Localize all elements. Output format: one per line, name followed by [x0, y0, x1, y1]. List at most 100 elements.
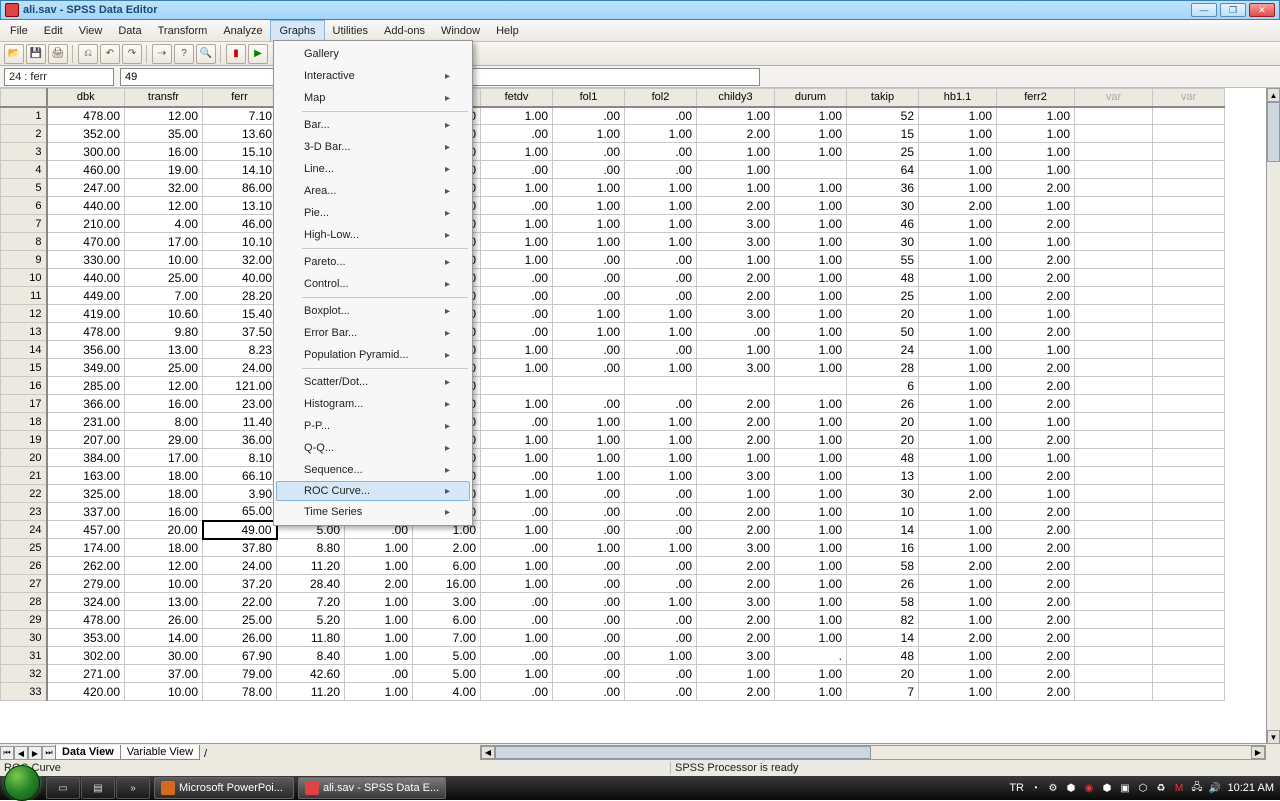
cell[interactable]: 1.00 — [625, 215, 697, 233]
cell[interactable]: 30 — [847, 197, 919, 215]
menuitem-area[interactable]: Area... — [276, 180, 470, 202]
cell[interactable]: 3.00 — [697, 539, 775, 557]
cell[interactable]: 2.00 — [997, 575, 1075, 593]
cell[interactable] — [1075, 503, 1153, 521]
cell[interactable]: 1.00 — [919, 503, 997, 521]
undo-icon[interactable]: ↶ — [100, 44, 120, 64]
cell[interactable]: 337.00 — [47, 503, 125, 521]
taskbar-app[interactable]: Microsoft PowerPoi... — [154, 777, 294, 799]
tray-icon[interactable]: ◔ — [1028, 781, 1042, 795]
find-icon[interactable]: 🔍 — [196, 44, 216, 64]
cell[interactable] — [1153, 305, 1225, 323]
cell[interactable]: 285.00 — [47, 377, 125, 395]
cell[interactable]: .00 — [481, 269, 553, 287]
cell[interactable]: .00 — [553, 629, 625, 647]
cell[interactable] — [1075, 449, 1153, 467]
cell[interactable]: 8.23 — [203, 341, 277, 359]
cell[interactable]: .00 — [553, 341, 625, 359]
cell[interactable]: .00 — [553, 611, 625, 629]
cell[interactable]: 48 — [847, 269, 919, 287]
cell[interactable]: 1.00 — [553, 467, 625, 485]
cell[interactable] — [1075, 269, 1153, 287]
cell[interactable]: 1.00 — [919, 107, 997, 125]
row-header[interactable]: 25 — [1, 539, 47, 557]
column-header[interactable]: dbk — [47, 89, 125, 107]
cell[interactable] — [1153, 575, 1225, 593]
cell[interactable]: 2.00 — [997, 251, 1075, 269]
cell[interactable]: 1.00 — [919, 683, 997, 701]
cell[interactable] — [1075, 287, 1153, 305]
menu-add-ons[interactable]: Add-ons — [376, 20, 433, 41]
cell[interactable]: 78.00 — [203, 683, 277, 701]
cell[interactable]: 11.20 — [277, 683, 345, 701]
cell[interactable]: 14.10 — [203, 161, 277, 179]
cell[interactable]: .00 — [481, 323, 553, 341]
cell[interactable] — [1153, 629, 1225, 647]
cell[interactable] — [1153, 233, 1225, 251]
row-header[interactable]: 15 — [1, 359, 47, 377]
cell[interactable] — [1075, 629, 1153, 647]
cell[interactable]: .00 — [481, 539, 553, 557]
cell[interactable]: 1.00 — [919, 413, 997, 431]
cell[interactable]: 1.00 — [919, 305, 997, 323]
cell[interactable]: 13.60 — [203, 125, 277, 143]
cell[interactable] — [1075, 575, 1153, 593]
cell[interactable]: 1.00 — [697, 665, 775, 683]
cell[interactable]: 50 — [847, 323, 919, 341]
cell[interactable]: .00 — [481, 647, 553, 665]
cell[interactable]: 2.00 — [413, 539, 481, 557]
cell[interactable]: 1.00 — [997, 305, 1075, 323]
cell[interactable]: .00 — [697, 323, 775, 341]
menu-data[interactable]: Data — [110, 20, 149, 41]
scroll-left-icon[interactable]: ◀ — [481, 746, 495, 759]
cell[interactable]: 1.00 — [919, 179, 997, 197]
cell[interactable]: 1.00 — [481, 557, 553, 575]
cell[interactable]: 1.00 — [919, 467, 997, 485]
cell[interactable]: 1.00 — [997, 143, 1075, 161]
cell[interactable]: 1.00 — [625, 413, 697, 431]
horizontal-scrollbar[interactable]: ◀ ▶ — [480, 745, 1266, 760]
cell[interactable]: 11.40 — [203, 413, 277, 431]
cell[interactable]: 1.00 — [345, 611, 413, 629]
cell[interactable]: .00 — [481, 611, 553, 629]
cell[interactable]: 302.00 — [47, 647, 125, 665]
cell[interactable]: 1.00 — [775, 449, 847, 467]
run-icon[interactable]: ▶ — [248, 44, 268, 64]
cell[interactable]: 16.00 — [413, 575, 481, 593]
cell[interactable] — [625, 377, 697, 395]
cell[interactable]: 26.00 — [125, 611, 203, 629]
menu-graphs[interactable]: Graphs — [270, 20, 324, 41]
cell[interactable] — [697, 377, 775, 395]
cell[interactable] — [1075, 107, 1153, 125]
cell[interactable]: .00 — [625, 557, 697, 575]
cell[interactable]: 8.80 — [277, 539, 345, 557]
cell[interactable]: 40.00 — [203, 269, 277, 287]
tab-scroll-last-icon[interactable]: ⏭ — [42, 746, 56, 760]
cell[interactable]: 449.00 — [47, 287, 125, 305]
cell[interactable]: 55 — [847, 251, 919, 269]
open-icon[interactable]: 📂 — [4, 44, 24, 64]
cell[interactable]: 2.00 — [997, 629, 1075, 647]
cell[interactable]: .00 — [625, 575, 697, 593]
cell[interactable] — [1075, 611, 1153, 629]
cell[interactable]: 1.00 — [625, 593, 697, 611]
cell[interactable] — [1153, 539, 1225, 557]
cell[interactable]: 2.00 — [997, 215, 1075, 233]
cell[interactable] — [1153, 377, 1225, 395]
cell[interactable]: 64 — [847, 161, 919, 179]
cell[interactable]: 67.90 — [203, 647, 277, 665]
cell[interactable] — [1075, 665, 1153, 683]
cell[interactable] — [1153, 197, 1225, 215]
start-button[interactable] — [4, 765, 40, 801]
cell[interactable]: 14 — [847, 629, 919, 647]
column-header[interactable]: transfr — [125, 89, 203, 107]
cell[interactable]: 1.00 — [919, 449, 997, 467]
cell[interactable]: 1.00 — [919, 575, 997, 593]
menuitem-roc-curve[interactable]: ROC Curve... — [276, 481, 470, 501]
cell[interactable]: 1.00 — [775, 341, 847, 359]
cell[interactable]: 3.00 — [697, 647, 775, 665]
cell[interactable]: 1.00 — [919, 125, 997, 143]
cell[interactable]: 1.00 — [553, 449, 625, 467]
cell[interactable]: 1.00 — [625, 323, 697, 341]
cell[interactable]: 2.00 — [997, 611, 1075, 629]
